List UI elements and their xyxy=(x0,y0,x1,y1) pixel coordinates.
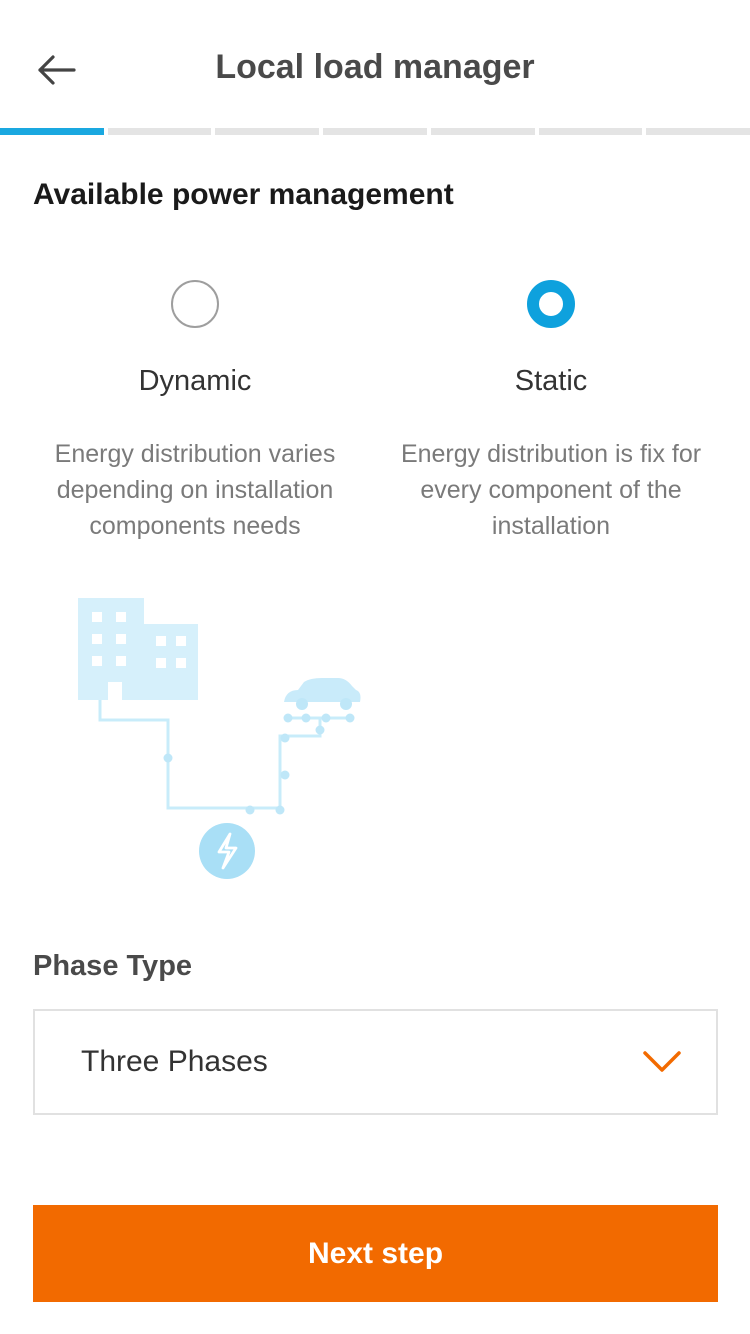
option-static-description: Energy distribution is fix for every com… xyxy=(400,440,702,540)
option-dynamic-description: Energy distribution varies depending on … xyxy=(54,440,336,540)
step-progress-bar xyxy=(0,128,750,135)
phase-type-select[interactable]: Three Phases xyxy=(33,1009,718,1115)
progress-step-5 xyxy=(430,128,535,135)
phase-type-value: Three Phases xyxy=(81,1045,268,1078)
progress-step-4 xyxy=(323,128,427,135)
lightning-icon xyxy=(199,823,255,879)
progress-step-3 xyxy=(215,128,320,135)
progress-step-1 xyxy=(0,128,104,135)
option-dynamic[interactable]: Dynamic Energy distribution varies depen… xyxy=(30,280,360,544)
option-static-label: Static xyxy=(514,365,588,397)
building-icon xyxy=(78,598,198,700)
radio-static[interactable] xyxy=(527,280,575,328)
progress-step-7 xyxy=(646,128,750,135)
section-title: Available power management xyxy=(33,178,454,211)
app-header: Local load manager xyxy=(0,0,750,128)
progress-step-2 xyxy=(107,128,212,135)
page-title: Local load manager xyxy=(215,48,535,86)
next-step-button[interactable]: Next step xyxy=(33,1205,718,1302)
phase-type-label: Phase Type xyxy=(33,950,193,982)
car-icon xyxy=(284,678,361,710)
radio-dynamic[interactable] xyxy=(171,280,219,328)
dynamic-illustration xyxy=(78,598,361,879)
progress-step-6 xyxy=(538,128,643,135)
option-dynamic-label: Dynamic xyxy=(138,365,252,397)
option-static[interactable]: Static Energy distribution is fix for ev… xyxy=(386,280,716,544)
chevron-down-icon[interactable] xyxy=(642,1049,682,1075)
